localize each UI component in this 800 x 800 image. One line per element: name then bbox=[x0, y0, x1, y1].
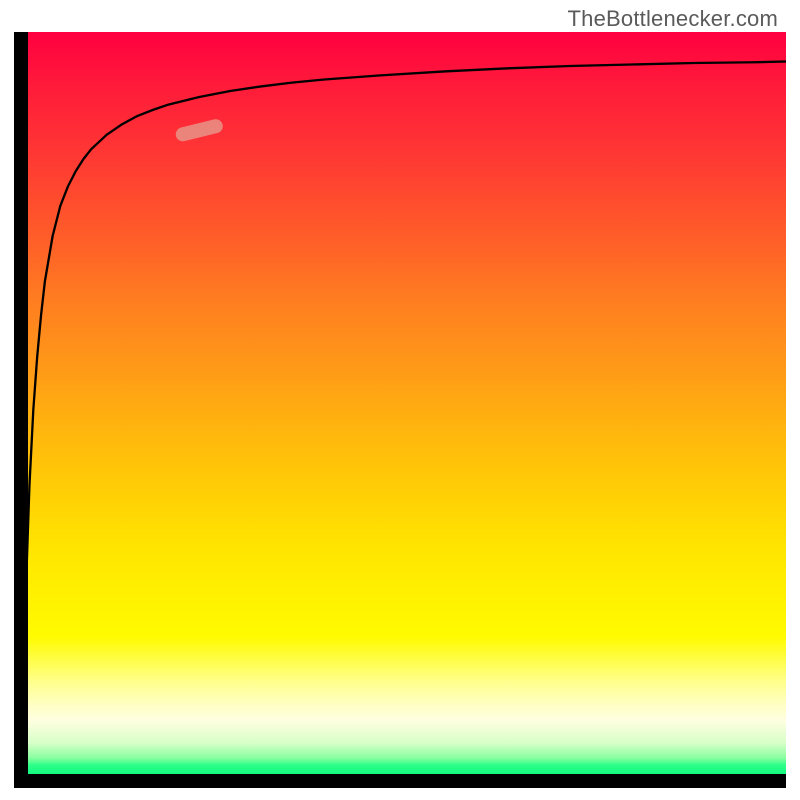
chart-container bbox=[14, 32, 786, 788]
chart-background-gradient bbox=[14, 32, 786, 788]
x-axis bbox=[14, 774, 786, 788]
y-axis bbox=[14, 32, 28, 788]
attribution-text: TheBottlenecker.com bbox=[568, 6, 778, 32]
